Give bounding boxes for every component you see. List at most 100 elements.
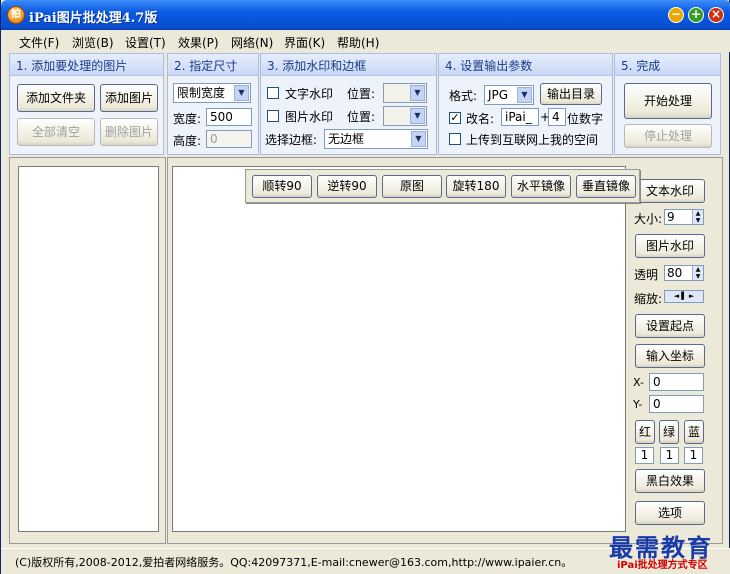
add-folder-button[interactable]: 添加文件夹 [17,84,95,112]
height-label: 高度: [173,134,202,148]
dropdown-arrow-icon: ▼ [411,131,426,147]
dropdown-arrow-icon: ▼ [517,87,532,103]
minimize-button[interactable]: − [668,7,684,23]
brand-watermark-sub: iPai批处理方式专区 [617,560,708,571]
rotate-cw-90-button[interactable]: 顺转90 [252,175,312,198]
stop-button[interactable]: 停止处理 [624,124,712,148]
menu-browse[interactable]: 浏览(B) [72,34,114,51]
text-watermark-checkbox[interactable] [267,87,279,99]
upload-checkbox[interactable] [449,133,461,145]
rename-label: 改名: [466,112,495,126]
upload-label: 上传到互联网上我的空间 [466,133,599,147]
rename-prefix-input[interactable]: iPai_ [501,108,539,126]
dropdown-arrow-icon: ▼ [410,85,425,101]
size-mode-select[interactable]: 限制宽度 ▼ [173,83,251,103]
flip-horizontal-button[interactable]: 水平镜像 [511,175,571,198]
size-label: 大小: [634,212,663,226]
step3-section: 3. 添加水印和边框 文字水印 位置: ▼ 图片水印 位置: ▼ 选择边框: 无… [260,53,437,155]
menu-help[interactable]: 帮助(H) [337,34,379,51]
zoom-slider[interactable]: ◄ ▌ ► [664,290,704,303]
step4-section: 4. 设置输出参数 格式: JPG ▼ 输出目录 ✓ 改名: iPai_ + 4 … [438,53,613,155]
position1-select[interactable]: ▼ [383,83,427,103]
blue-button[interactable]: 蓝 [684,420,704,444]
rotate-180-button[interactable]: 旋转180 [446,175,506,198]
step3-header: 3. 添加水印和边框 [261,54,436,76]
width-input[interactable]: 500 [206,108,252,126]
set-origin-button[interactable]: 设置起点 [635,314,705,338]
spinner-arrows-icon: ▲ ▼ [692,210,703,224]
file-list-panel [9,157,166,544]
y-input[interactable]: 0 [649,395,704,413]
green-button[interactable]: 绿 [659,420,679,444]
maximize-button[interactable]: + [688,7,704,23]
app-logo-icon: 拍 [7,6,25,24]
menu-effects[interactable]: 效果(P) [178,34,219,51]
window-title: iPai图片批处理4.7版 [29,11,158,26]
menu-bar: 文件(F) 浏览(B) 设置(T) 效果(P) 网络(N) 界面(K) 帮助(H… [1,30,730,52]
red-button[interactable]: 红 [635,420,655,444]
red-value-input[interactable]: 1 [635,447,654,464]
opacity-value: 80 [667,266,683,280]
border-label: 选择边框: [265,133,318,147]
step4-header: 4. 设置输出参数 [439,54,612,76]
text-watermark-label: 文字水印 [285,87,334,101]
opacity-label: 透明 [634,268,659,282]
preview-panel: 文本水印 大小: 9 ▲ ▼ 图片水印 透明 80 ▲ ▼ 缩放: ◄ ▌ ► 设置起点… [167,157,723,544]
zoom-label: 缩放: [634,292,663,306]
blue-value-input[interactable]: 1 [684,447,703,464]
dropdown-arrow-icon: ▼ [234,85,249,101]
rotate-toolbar: 顺转90 逆转90 原图 旋转180 水平镜像 垂直镜像 [245,169,640,203]
border-value: 无边框 [328,132,365,146]
original-image-button[interactable]: 原图 [382,175,442,198]
text-watermark-button[interactable]: 文本水印 [635,179,705,203]
step5-header: 5. 完成 [615,54,720,76]
black-white-button[interactable]: 黑白效果 [635,469,705,493]
digits-input[interactable]: 4 [548,108,566,126]
image-watermark-checkbox[interactable] [267,110,279,122]
start-button[interactable]: 开始处理 [624,83,712,119]
image-watermark-button[interactable]: 图片水印 [635,234,705,258]
format-value: JPG [488,88,509,102]
close-button[interactable]: × [708,7,724,23]
options-button[interactable]: 选项 [635,501,705,525]
output-dir-button[interactable]: 输出目录 [540,83,602,105]
menu-interface[interactable]: 界面(K) [284,34,325,51]
width-label: 宽度: [173,112,202,126]
y-label: Y- [633,398,643,411]
position2-select[interactable]: ▼ [383,106,427,126]
x-input[interactable]: 0 [649,373,704,391]
menu-file[interactable]: 文件(F) [19,34,59,51]
delete-image-button[interactable]: 删除图片 [100,118,158,146]
step5-section: 5. 完成 开始处理 停止处理 [614,53,721,155]
size-value: 9 [667,210,675,224]
rename-checkbox[interactable]: ✓ [449,112,461,124]
format-label: 格式: [449,89,478,103]
x-label: X- [633,376,644,389]
green-value-input[interactable]: 1 [660,447,679,464]
preview-canvas[interactable] [172,166,626,532]
add-image-button[interactable]: 添加图片 [100,84,158,112]
digits-suffix-label: 位数字 [567,112,604,126]
image-watermark-label: 图片水印 [285,110,334,124]
clear-all-button[interactable]: 全部清空 [17,118,95,146]
step1-section: 1. 添加要处理的图片 添加文件夹 添加图片 全部清空 删除图片 [9,53,164,155]
border-select[interactable]: 无边框 ▼ [324,129,428,149]
height-input[interactable]: 0 [206,130,252,148]
menu-network[interactable]: 网络(N) [231,34,273,51]
size-spinner[interactable]: 9 ▲ ▼ [664,209,704,225]
size-mode-value: 限制宽度 [177,86,226,100]
step2-header: 2. 指定尺寸 [168,54,258,76]
step1-header: 1. 添加要处理的图片 [10,54,163,76]
opacity-spinner[interactable]: 80 ▲ ▼ [664,265,704,281]
dropdown-arrow-icon: ▼ [410,108,425,124]
flip-vertical-button[interactable]: 垂直镜像 [576,175,636,198]
file-list[interactable] [18,166,159,532]
title-bar: 拍 iPai图片批处理4.7版 − + × [1,0,730,30]
spinner-arrows-icon: ▲ ▼ [692,266,703,280]
input-coords-button[interactable]: 输入坐标 [635,344,705,368]
position2-label: 位置: [347,110,376,124]
menu-settings[interactable]: 设置(T) [125,34,166,51]
app-window: 拍 iPai图片批处理4.7版 − + × 文件(F) 浏览(B) 设置(T) … [0,0,730,574]
format-select[interactable]: JPG ▼ [484,85,534,105]
rotate-ccw-90-button[interactable]: 逆转90 [317,175,377,198]
